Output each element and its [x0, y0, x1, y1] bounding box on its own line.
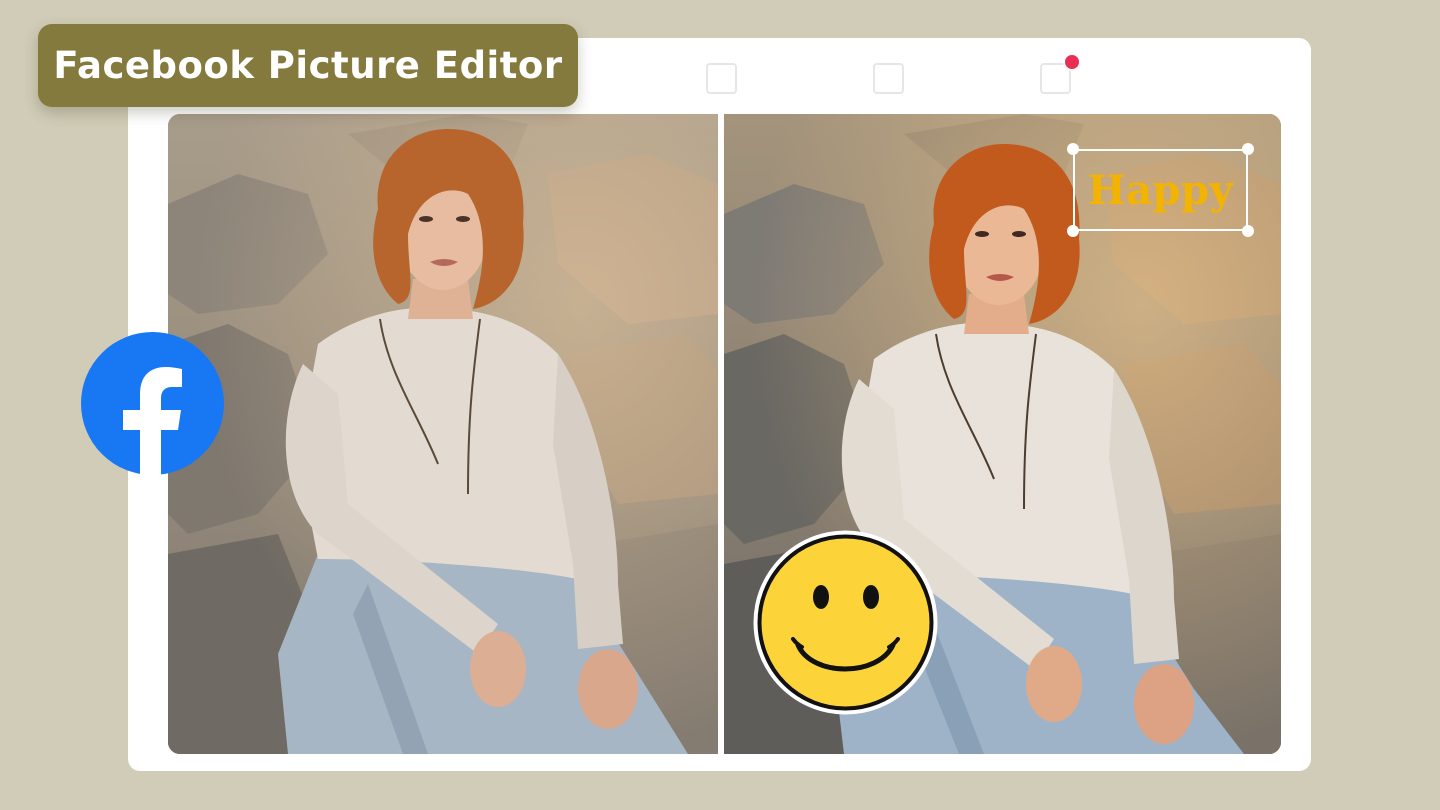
title-banner: Facebook Picture Editor: [38, 24, 578, 107]
happy-text-sticker[interactable]: Happy: [1067, 143, 1254, 237]
original-photo: [168, 114, 718, 754]
smiley-face-icon[interactable]: [750, 527, 941, 718]
toolbar-button-1[interactable]: [706, 63, 737, 94]
resize-handle-bottom-left[interactable]: [1067, 225, 1079, 237]
resize-handle-top-left[interactable]: [1067, 143, 1079, 155]
resize-handle-bottom-right[interactable]: [1242, 225, 1254, 237]
resize-handle-top-right[interactable]: [1242, 143, 1254, 155]
toolbar-button-2[interactable]: [873, 63, 904, 94]
page-title: Facebook Picture Editor: [53, 44, 563, 87]
happy-text[interactable]: Happy: [1088, 167, 1233, 214]
facebook-logo-icon: [81, 332, 224, 475]
notification-dot: [1063, 53, 1081, 71]
